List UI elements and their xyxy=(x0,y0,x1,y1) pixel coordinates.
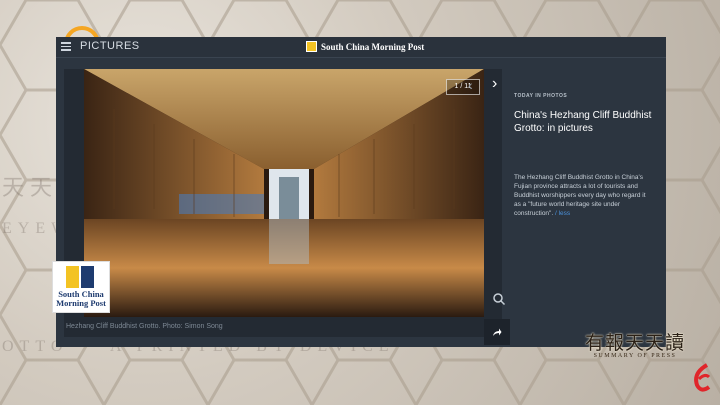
brand-name: South China Morning Post xyxy=(321,41,425,52)
brand-logo[interactable]: South China Morning Post xyxy=(306,41,424,52)
scmp-logo: South China Morning Post xyxy=(52,261,110,313)
menu-icon[interactable] xyxy=(61,42,71,51)
description-text: The Hezhang Cliff Buddhist Grotto in Chi… xyxy=(514,174,646,217)
program-title-block: 有報天天讀 SUMMARY OF PRESS xyxy=(585,328,685,359)
kicker-label: TODAY IN PHOTOS xyxy=(514,93,568,99)
section-label[interactable]: PICTURES xyxy=(80,40,140,52)
background-text: 天天 xyxy=(2,175,59,200)
brand-square-icon xyxy=(306,41,317,52)
scmp-logo-text: South China Morning Post xyxy=(53,290,109,308)
search-icon[interactable] xyxy=(492,292,506,306)
share-button[interactable] xyxy=(484,319,510,345)
program-title: 有報天天讀 xyxy=(585,332,686,354)
top-bar: PICTURES South China Morning Post xyxy=(56,37,666,58)
share-icon xyxy=(493,328,502,336)
article-headline[interactable]: China's Hezhang Cliff Buddhist Grotto: i… xyxy=(514,109,654,135)
browser-panel: PICTURES South China Morning Post 1 / 11… xyxy=(56,37,666,347)
gallery-photo[interactable]: 1 / 11 xyxy=(84,69,484,317)
article-sidebar: TODAY IN PHOTOS China's Hezhang Cliff Bu… xyxy=(514,93,654,218)
scmp-square-icon xyxy=(66,266,94,288)
broadcaster-logo-icon xyxy=(694,363,711,392)
chevron-left-icon[interactable]: ‹ xyxy=(468,77,473,93)
photo-caption: Hezhang Cliff Buddhist Grotto. Photo: Si… xyxy=(66,323,223,330)
scmp-logo-line2: Morning Post xyxy=(56,298,106,308)
program-subtitle: SUMMARY OF PRESS xyxy=(593,353,677,359)
less-link[interactable]: / less xyxy=(555,210,570,217)
article-description: The Hezhang Cliff Buddhist Grotto in Chi… xyxy=(514,173,654,218)
chevron-right-icon[interactable]: › xyxy=(492,75,497,93)
gallery-area: 1 / 11 ‹ › Hezhang Cliff Buddhist Grotto… xyxy=(64,69,510,345)
photo-counter: 1 / 11 xyxy=(446,79,480,95)
